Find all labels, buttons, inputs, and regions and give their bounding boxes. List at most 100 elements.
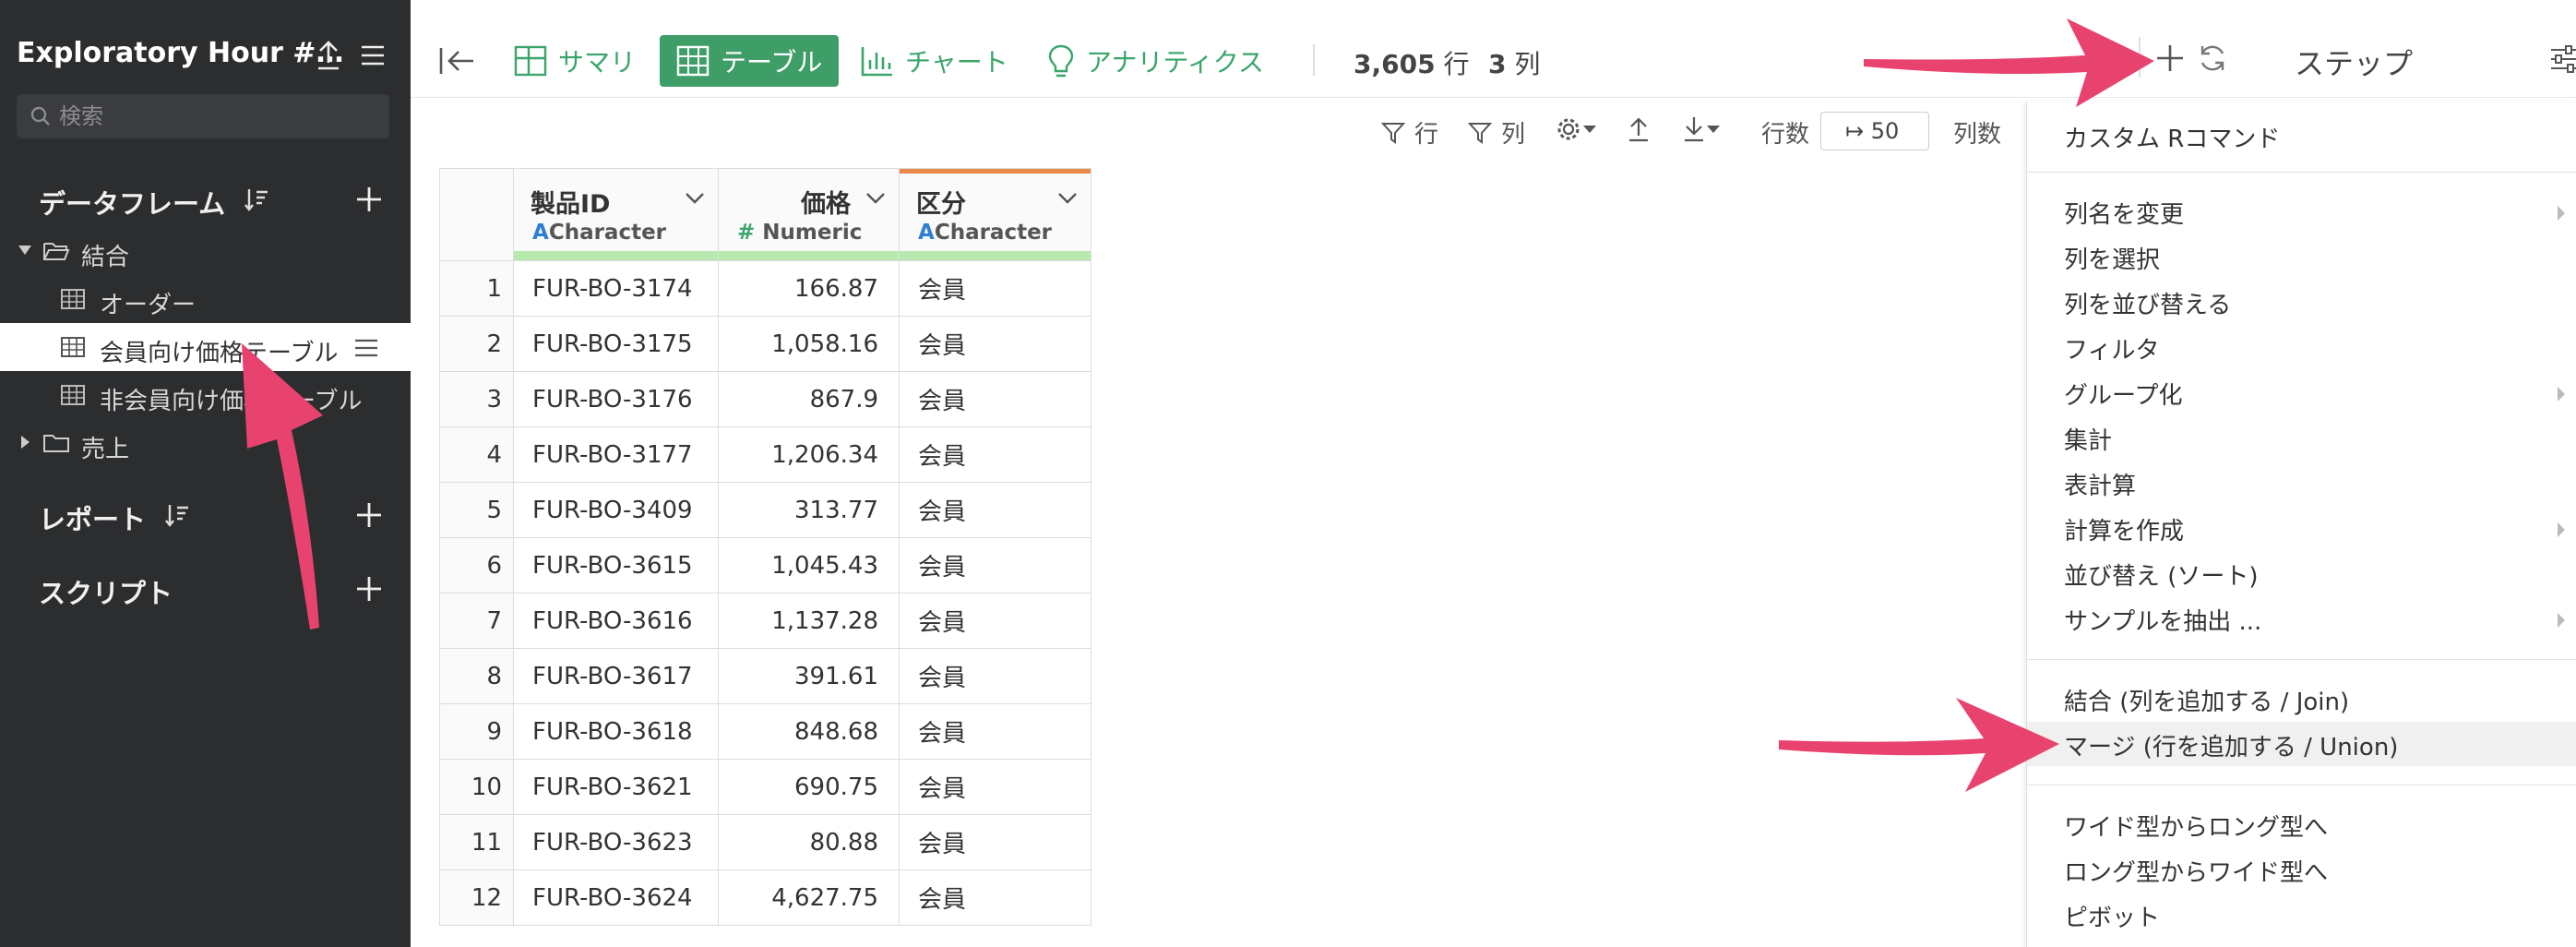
project-title[interactable]: Exploratory Hour #… — [17, 37, 343, 69]
menu-divider — [2027, 659, 2576, 660]
product-id-cell[interactable]: FUR-BO-3624 — [513, 869, 719, 926]
category-cell[interactable]: 会員 — [899, 426, 1091, 483]
table-row[interactable]: 4 FUR-BO-3177 1,206.34 会員 — [439, 426, 1091, 483]
toolbar-divider — [1313, 44, 1315, 76]
price-cell[interactable]: 1,137.28 — [718, 593, 900, 649]
price-cell[interactable]: 848.68 — [718, 703, 900, 760]
table-icon — [61, 385, 85, 405]
price-cell[interactable]: 166.87 — [718, 260, 900, 317]
menu-item-select[interactable]: 列を選択 — [2064, 241, 2160, 275]
upload-icon[interactable] — [314, 39, 343, 72]
table-row[interactable]: 1 FUR-BO-3174 166.87 会員 — [439, 260, 1091, 317]
price-cell[interactable]: 80.88 — [718, 814, 900, 870]
product-id-cell[interactable]: FUR-BO-3618 — [513, 703, 719, 760]
category-cell[interactable]: 会員 — [899, 869, 1091, 926]
tab-chart[interactable]: チャート — [861, 35, 1008, 87]
product-id-cell[interactable]: FUR-BO-3621 — [513, 759, 719, 815]
collapse-sidebar-icon[interactable] — [438, 46, 475, 76]
hamburger-menu-icon[interactable] — [360, 44, 386, 66]
menu-item-mutate[interactable]: 計算を作成 — [2064, 512, 2184, 546]
chevron-down-icon[interactable] — [1057, 191, 1078, 206]
product-id-cell[interactable]: FUR-BO-3623 — [513, 814, 719, 870]
tab-summary[interactable]: サマリ — [514, 35, 636, 87]
menu-item-sample[interactable]: サンプルを抽出 ... — [2064, 603, 2261, 637]
tree-folder-label: 結合 — [81, 244, 130, 271]
menu-item-pivot[interactable]: ピボット — [2064, 899, 2160, 933]
tree-item-order[interactable]: オーダー — [0, 275, 411, 323]
table-row[interactable]: 10 FUR-BO-3621 690.75 会員 — [439, 759, 1091, 815]
add-dataframe-icon[interactable] — [354, 185, 384, 214]
product-id-cell[interactable]: FUR-BO-3409 — [513, 482, 719, 538]
chevron-down-icon[interactable] — [685, 191, 705, 206]
category-cell[interactable]: 会員 — [899, 759, 1091, 815]
category-cell[interactable]: 会員 — [899, 703, 1091, 760]
table-settings-button[interactable] — [1555, 115, 1597, 143]
category-cell[interactable]: 会員 — [899, 814, 1091, 870]
product-id-cell[interactable]: FUR-BO-3175 — [513, 316, 719, 372]
category-cell[interactable]: 会員 — [899, 482, 1091, 538]
table-row[interactable]: 11 FUR-BO-3623 80.88 会員 — [439, 814, 1091, 870]
table-row[interactable]: 7 FUR-BO-3616 1,137.28 会員 — [439, 593, 1091, 649]
product-id-cell[interactable]: FUR-BO-3177 — [513, 426, 719, 483]
table-icon — [61, 289, 85, 309]
menu-item-sort[interactable]: 並び替え (ソート) — [2064, 557, 2259, 592]
menu-item-filter[interactable]: フィルタ — [2064, 331, 2159, 366]
table-row[interactable]: 12 FUR-BO-3624 4,627.75 会員 — [439, 869, 1091, 926]
menu-item-join[interactable]: 結合 (列を追加する / Join) — [2064, 683, 2349, 717]
export-button[interactable] — [1627, 115, 1651, 143]
price-cell[interactable]: 1,206.34 — [718, 426, 900, 483]
menu-item-group[interactable]: グループ化 — [2064, 377, 2182, 411]
product-id-cell[interactable]: FUR-BO-3176 — [513, 371, 719, 427]
price-cell[interactable]: 690.75 — [718, 759, 900, 815]
tab-analytics[interactable]: アナリティクス — [1047, 35, 1264, 87]
menu-item-wide-to-long[interactable]: ワイド型からロング型へ — [2064, 809, 2328, 843]
category-cell[interactable]: 会員 — [899, 593, 1091, 649]
menu-item-custom-r[interactable]: カスタム Rコマンド — [2064, 120, 2280, 154]
product-id-cell[interactable]: FUR-BO-3615 — [513, 537, 719, 593]
sort-icon[interactable] — [164, 502, 190, 528]
category-cell[interactable]: 会員 — [899, 371, 1091, 427]
column-header[interactable]: 製品ID ACharacter — [513, 168, 719, 261]
row-number-cell: 11 — [439, 814, 514, 870]
price-cell[interactable]: 4,627.75 — [718, 869, 900, 926]
menu-item-reorder[interactable]: 列を並び替える — [2064, 286, 2231, 320]
product-id-cell[interactable]: FUR-BO-3174 — [513, 260, 719, 317]
menu-item-summarize[interactable]: 集計 — [2064, 422, 2112, 456]
row-number-cell: 3 — [439, 371, 514, 427]
column-filter-button[interactable]: 列 — [1468, 115, 1525, 150]
steps-label[interactable]: ステップ — [2295, 41, 2413, 83]
settings-sliders-icon[interactable] — [2549, 44, 2576, 74]
category-cell[interactable]: 会員 — [899, 260, 1091, 317]
rows-input[interactable]: ↦ 50 — [1820, 112, 1929, 150]
table-row[interactable]: 5 FUR-BO-3409 313.77 会員 — [439, 482, 1091, 538]
category-cell[interactable]: 会員 — [899, 648, 1091, 704]
price-cell[interactable]: 391.61 — [718, 648, 900, 704]
tree-folder-join[interactable]: 結合 — [0, 227, 411, 275]
price-cell[interactable]: 867.9 — [718, 371, 900, 427]
menu-item-table-calc[interactable]: 表計算 — [2064, 467, 2136, 501]
tab-table[interactable]: テーブル — [660, 35, 840, 87]
product-id-cell[interactable]: FUR-BO-3616 — [513, 593, 719, 649]
table-row[interactable]: 9 FUR-BO-3618 848.68 会員 — [439, 703, 1091, 760]
menu-item-union[interactable]: マージ (行を追加する / Union) — [2064, 728, 2398, 762]
category-cell[interactable]: 会員 — [899, 316, 1091, 372]
product-id-cell[interactable]: FUR-BO-3617 — [513, 648, 719, 704]
search-input[interactable] — [59, 100, 373, 133]
table-row[interactable]: 2 FUR-BO-3175 1,058.16 会員 — [439, 316, 1091, 372]
price-cell[interactable]: 313.77 — [718, 482, 900, 538]
table-row[interactable]: 3 FUR-BO-3176 867.9 会員 — [439, 371, 1091, 427]
table-row[interactable]: 6 FUR-BO-3615 1,045.43 会員 — [439, 537, 1091, 593]
column-header[interactable]: 区分 ACharacter — [899, 168, 1091, 261]
chevron-down-icon[interactable] — [865, 191, 886, 206]
sort-icon[interactable] — [244, 186, 269, 212]
price-cell[interactable]: 1,058.16 — [718, 316, 900, 372]
menu-item-rename[interactable]: 列名を変更 — [2064, 196, 2184, 230]
menu-item-long-to-wide[interactable]: ロング型からワイド型へ — [2064, 854, 2328, 888]
column-header[interactable]: 価格 # Numeric — [718, 168, 900, 261]
price-cell[interactable]: 1,045.43 — [718, 537, 900, 593]
table-row[interactable]: 8 FUR-BO-3617 391.61 会員 — [439, 648, 1091, 704]
refresh-icon[interactable] — [2197, 42, 2228, 74]
import-button[interactable] — [1682, 115, 1721, 143]
category-cell[interactable]: 会員 — [899, 537, 1091, 593]
row-filter-button[interactable]: 行 — [1381, 115, 1438, 150]
